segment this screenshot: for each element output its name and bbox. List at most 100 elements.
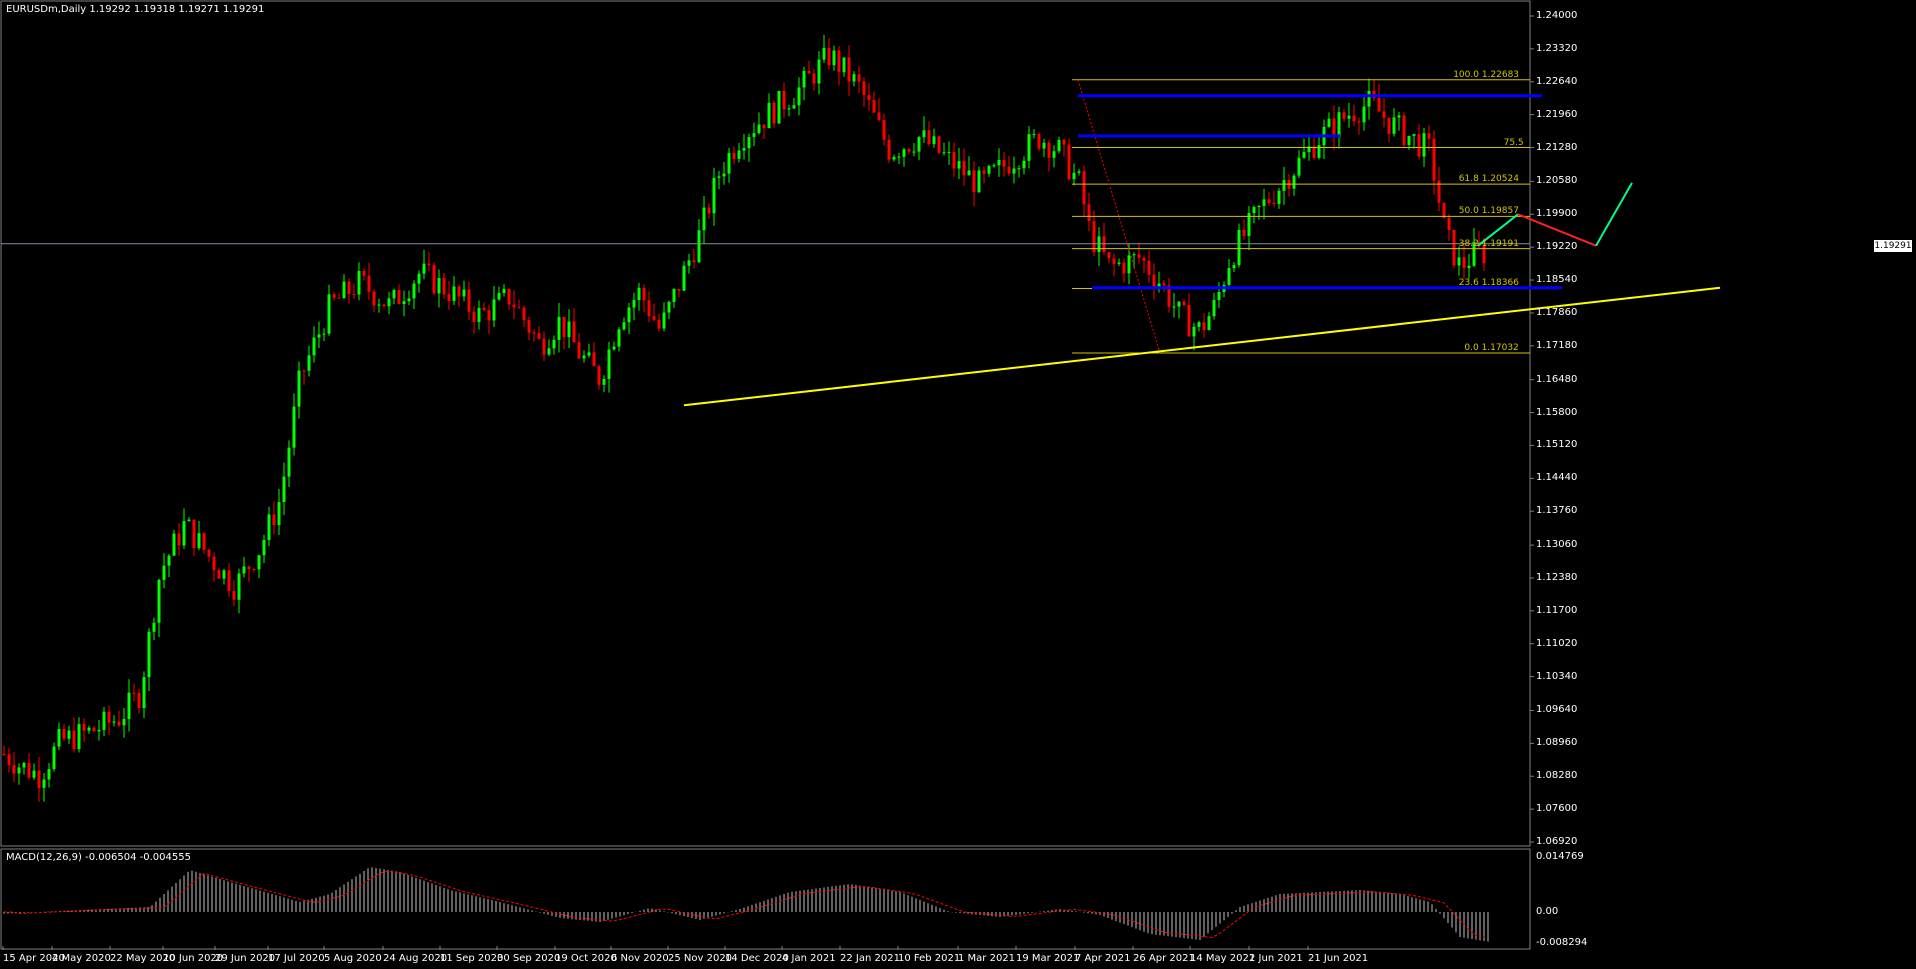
candle-body [1382, 111, 1386, 118]
candle-body [352, 294, 356, 296]
date-scale-label: 17 Jul 2020 [268, 953, 325, 964]
candle-body [802, 70, 806, 88]
candle-body [152, 622, 156, 632]
candle-body [837, 50, 841, 73]
price-scale-label: 1.15120 [1536, 439, 1578, 451]
candle-body [1332, 118, 1336, 138]
candle-body [357, 270, 361, 295]
candle-body [592, 352, 596, 367]
candle-body [1292, 175, 1296, 189]
price-chart[interactable] [0, 0, 1916, 969]
candle-body [217, 570, 221, 579]
date-scale-label: 14 May 2021 [1190, 953, 1256, 964]
candle-body [687, 260, 691, 266]
candle-body [1362, 106, 1366, 123]
price-scale-label: 1.10340 [1536, 670, 1578, 682]
candle-body [1337, 112, 1341, 138]
date-scale-label: 7 Apr 2021 [1075, 953, 1131, 964]
candle-body [1357, 121, 1361, 123]
candle-body [262, 540, 266, 556]
candle-body [707, 207, 711, 214]
candle-body [1192, 326, 1196, 337]
candle-body [277, 502, 281, 526]
candle-body [1197, 322, 1201, 327]
candle-body [1132, 254, 1136, 256]
candle-body [122, 719, 126, 726]
candle-body [127, 692, 131, 720]
candlestick-series [2, 34, 1486, 802]
candle-body [1032, 134, 1036, 136]
candle-body [322, 333, 326, 335]
candle-body [392, 290, 396, 299]
candle-body [672, 289, 676, 302]
candle-body [797, 87, 801, 106]
candle-body [197, 533, 201, 549]
candle-body [622, 322, 626, 330]
candle-body [432, 265, 436, 294]
candle-body [512, 304, 516, 308]
candle-body [697, 230, 701, 263]
date-scale-label: 22 Jan 2021 [840, 953, 900, 964]
candle-body [477, 307, 481, 322]
price-scale-label: 1.11700 [1536, 604, 1578, 616]
candle-body [1202, 322, 1206, 330]
candle-body [172, 533, 176, 556]
candle-body [692, 260, 696, 263]
candle-body [452, 286, 456, 301]
candle-body [1427, 133, 1431, 139]
candle-body [327, 294, 331, 334]
candle-body [542, 338, 546, 355]
candle-body [1212, 300, 1216, 317]
candle-body [22, 762, 26, 768]
candle-body [947, 151, 951, 153]
candle-body [742, 148, 746, 151]
candle-body [872, 100, 876, 113]
candle-body [977, 170, 981, 193]
candle-body [1342, 112, 1346, 119]
price-scale-label: 1.23320 [1536, 42, 1578, 54]
candle-body [642, 287, 646, 301]
candle-body [1042, 142, 1046, 149]
candle-body [752, 133, 756, 137]
date-scale-label: 10 Feb 2021 [898, 953, 961, 964]
candle-body [417, 273, 421, 284]
candle-body [1157, 283, 1161, 287]
candle-body [467, 289, 471, 312]
candle-body [487, 310, 491, 321]
candle-body [1062, 139, 1066, 145]
candle-body [572, 321, 576, 343]
candle-body [1152, 274, 1156, 287]
candle-body [442, 278, 446, 295]
fib-level-label: 38.2 1.19191 [1458, 238, 1519, 249]
candle-body [167, 555, 171, 566]
candle-body [857, 74, 861, 82]
price-scale-label: 1.16480 [1536, 373, 1578, 385]
candle-body [1102, 236, 1106, 253]
candle-body [522, 307, 526, 321]
candle-body [632, 300, 636, 308]
candle-body [1397, 115, 1401, 118]
candle-body [1262, 199, 1266, 207]
candle-body [862, 81, 866, 96]
candle-body [1122, 262, 1126, 274]
candle-body [302, 370, 306, 372]
candle-body [1387, 117, 1391, 134]
candle-body [1242, 229, 1246, 236]
candle-body [1402, 115, 1406, 145]
candle-body [1162, 283, 1166, 286]
candle-body [92, 727, 96, 732]
candle-body [422, 263, 426, 274]
candle-body [867, 95, 871, 101]
candle-body [237, 573, 241, 600]
fib-level-label: 75.5 [1503, 137, 1524, 148]
candle-body [792, 105, 796, 109]
candle-body [1092, 221, 1096, 253]
candle-body [582, 355, 586, 359]
candle-body [272, 514, 276, 526]
candle-body [1412, 134, 1416, 136]
candle-body [757, 124, 761, 134]
candle-body [447, 294, 451, 301]
candle-body [1352, 115, 1356, 122]
candle-body [362, 270, 366, 276]
candle-body [597, 366, 601, 385]
